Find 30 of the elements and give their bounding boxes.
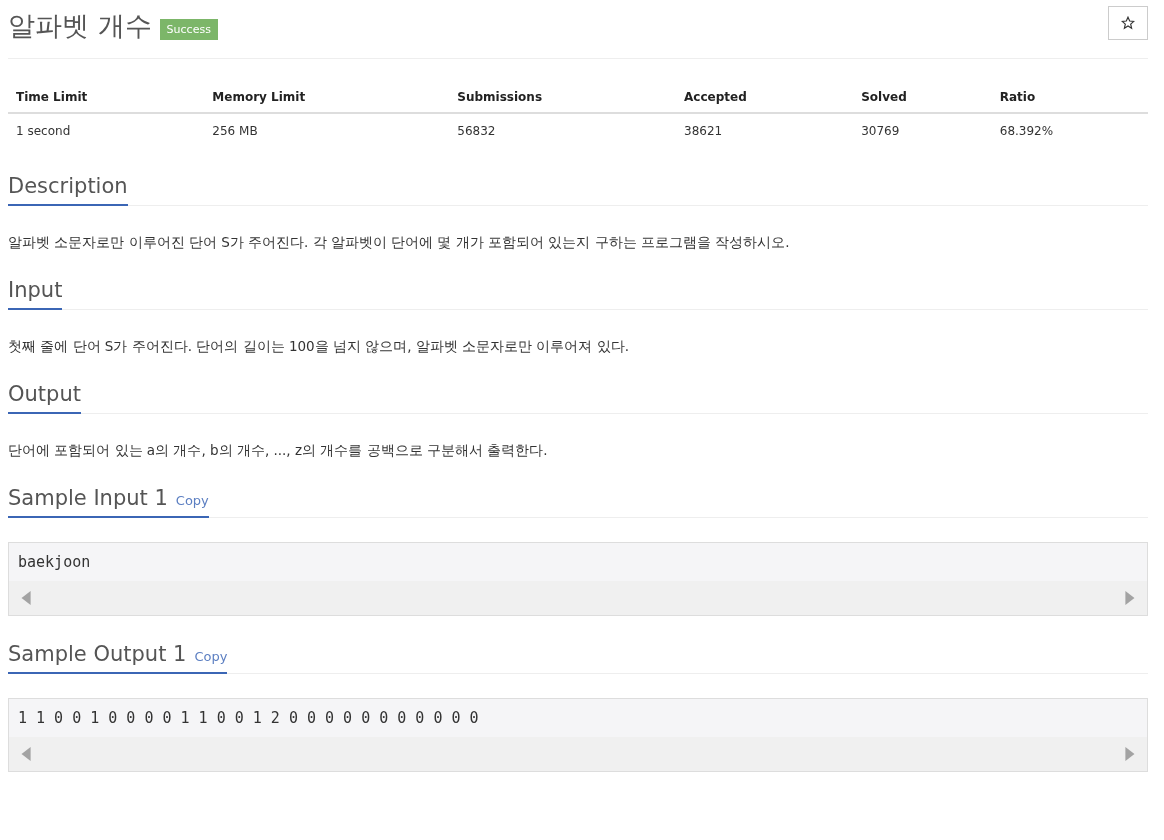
section-text: 알파벳 소문자로만 이루어진 단어 S가 주어진다. 각 알파벳이 단어에 몇 개가 포함되어 있는지 구하는 프로그램을 작성하시오. (8, 234, 791, 252)
table-cell: 30769 (853, 113, 992, 148)
section-text: 단어에 포함되어 있는 a의 개수, b의 개수, ..., z의 개수를 공백으로 구분해서 출력한다. (8, 442, 549, 460)
scrollbar-drawing[interactable] (9, 581, 1147, 615)
section-heading: Description (8, 174, 128, 198)
section-heading: Sample Input 1 (8, 486, 168, 510)
copy-link[interactable]: Copy (175, 493, 209, 508)
section-heading: Input (8, 278, 63, 302)
table-cell: 68.392% (991, 113, 1148, 148)
column-header: Solved (853, 79, 992, 113)
column-header: Time Limit (8, 79, 205, 113)
sample-code: baekjoon (17, 552, 92, 573)
column-header: Memory Limit (204, 79, 450, 113)
table-cell: 56832 (449, 113, 677, 148)
problem-title: 알파벳 개수 (8, 9, 152, 43)
status-badge: Success (159, 18, 218, 40)
table-cell: 1 second (8, 113, 205, 148)
table-cell: 256 MB (204, 113, 450, 148)
section-text: 첫째 줄에 단어 S가 주어진다. 단어의 길이는 100을 넘지 않으며, 알파벳 소문자로만 이루어져 있다. (8, 338, 630, 356)
star-icon (1121, 16, 1135, 30)
scrollbar-drawing[interactable] (9, 737, 1147, 771)
sample-code: 1 1 0 0 1 0 0 0 0 1 1 0 0 1 2 0 0 0 0 0 0 0 0 0 0 0 (17, 708, 480, 729)
section-heading: Output (8, 382, 81, 406)
column-header: Ratio (991, 79, 1148, 113)
favorite-button[interactable] (1108, 6, 1148, 40)
section-heading: Sample Output 1 (8, 642, 187, 666)
column-header: Accepted (676, 79, 854, 113)
column-header: Submissions (449, 79, 677, 113)
table-cell: 38621 (676, 113, 854, 148)
copy-link[interactable]: Copy (194, 649, 228, 664)
